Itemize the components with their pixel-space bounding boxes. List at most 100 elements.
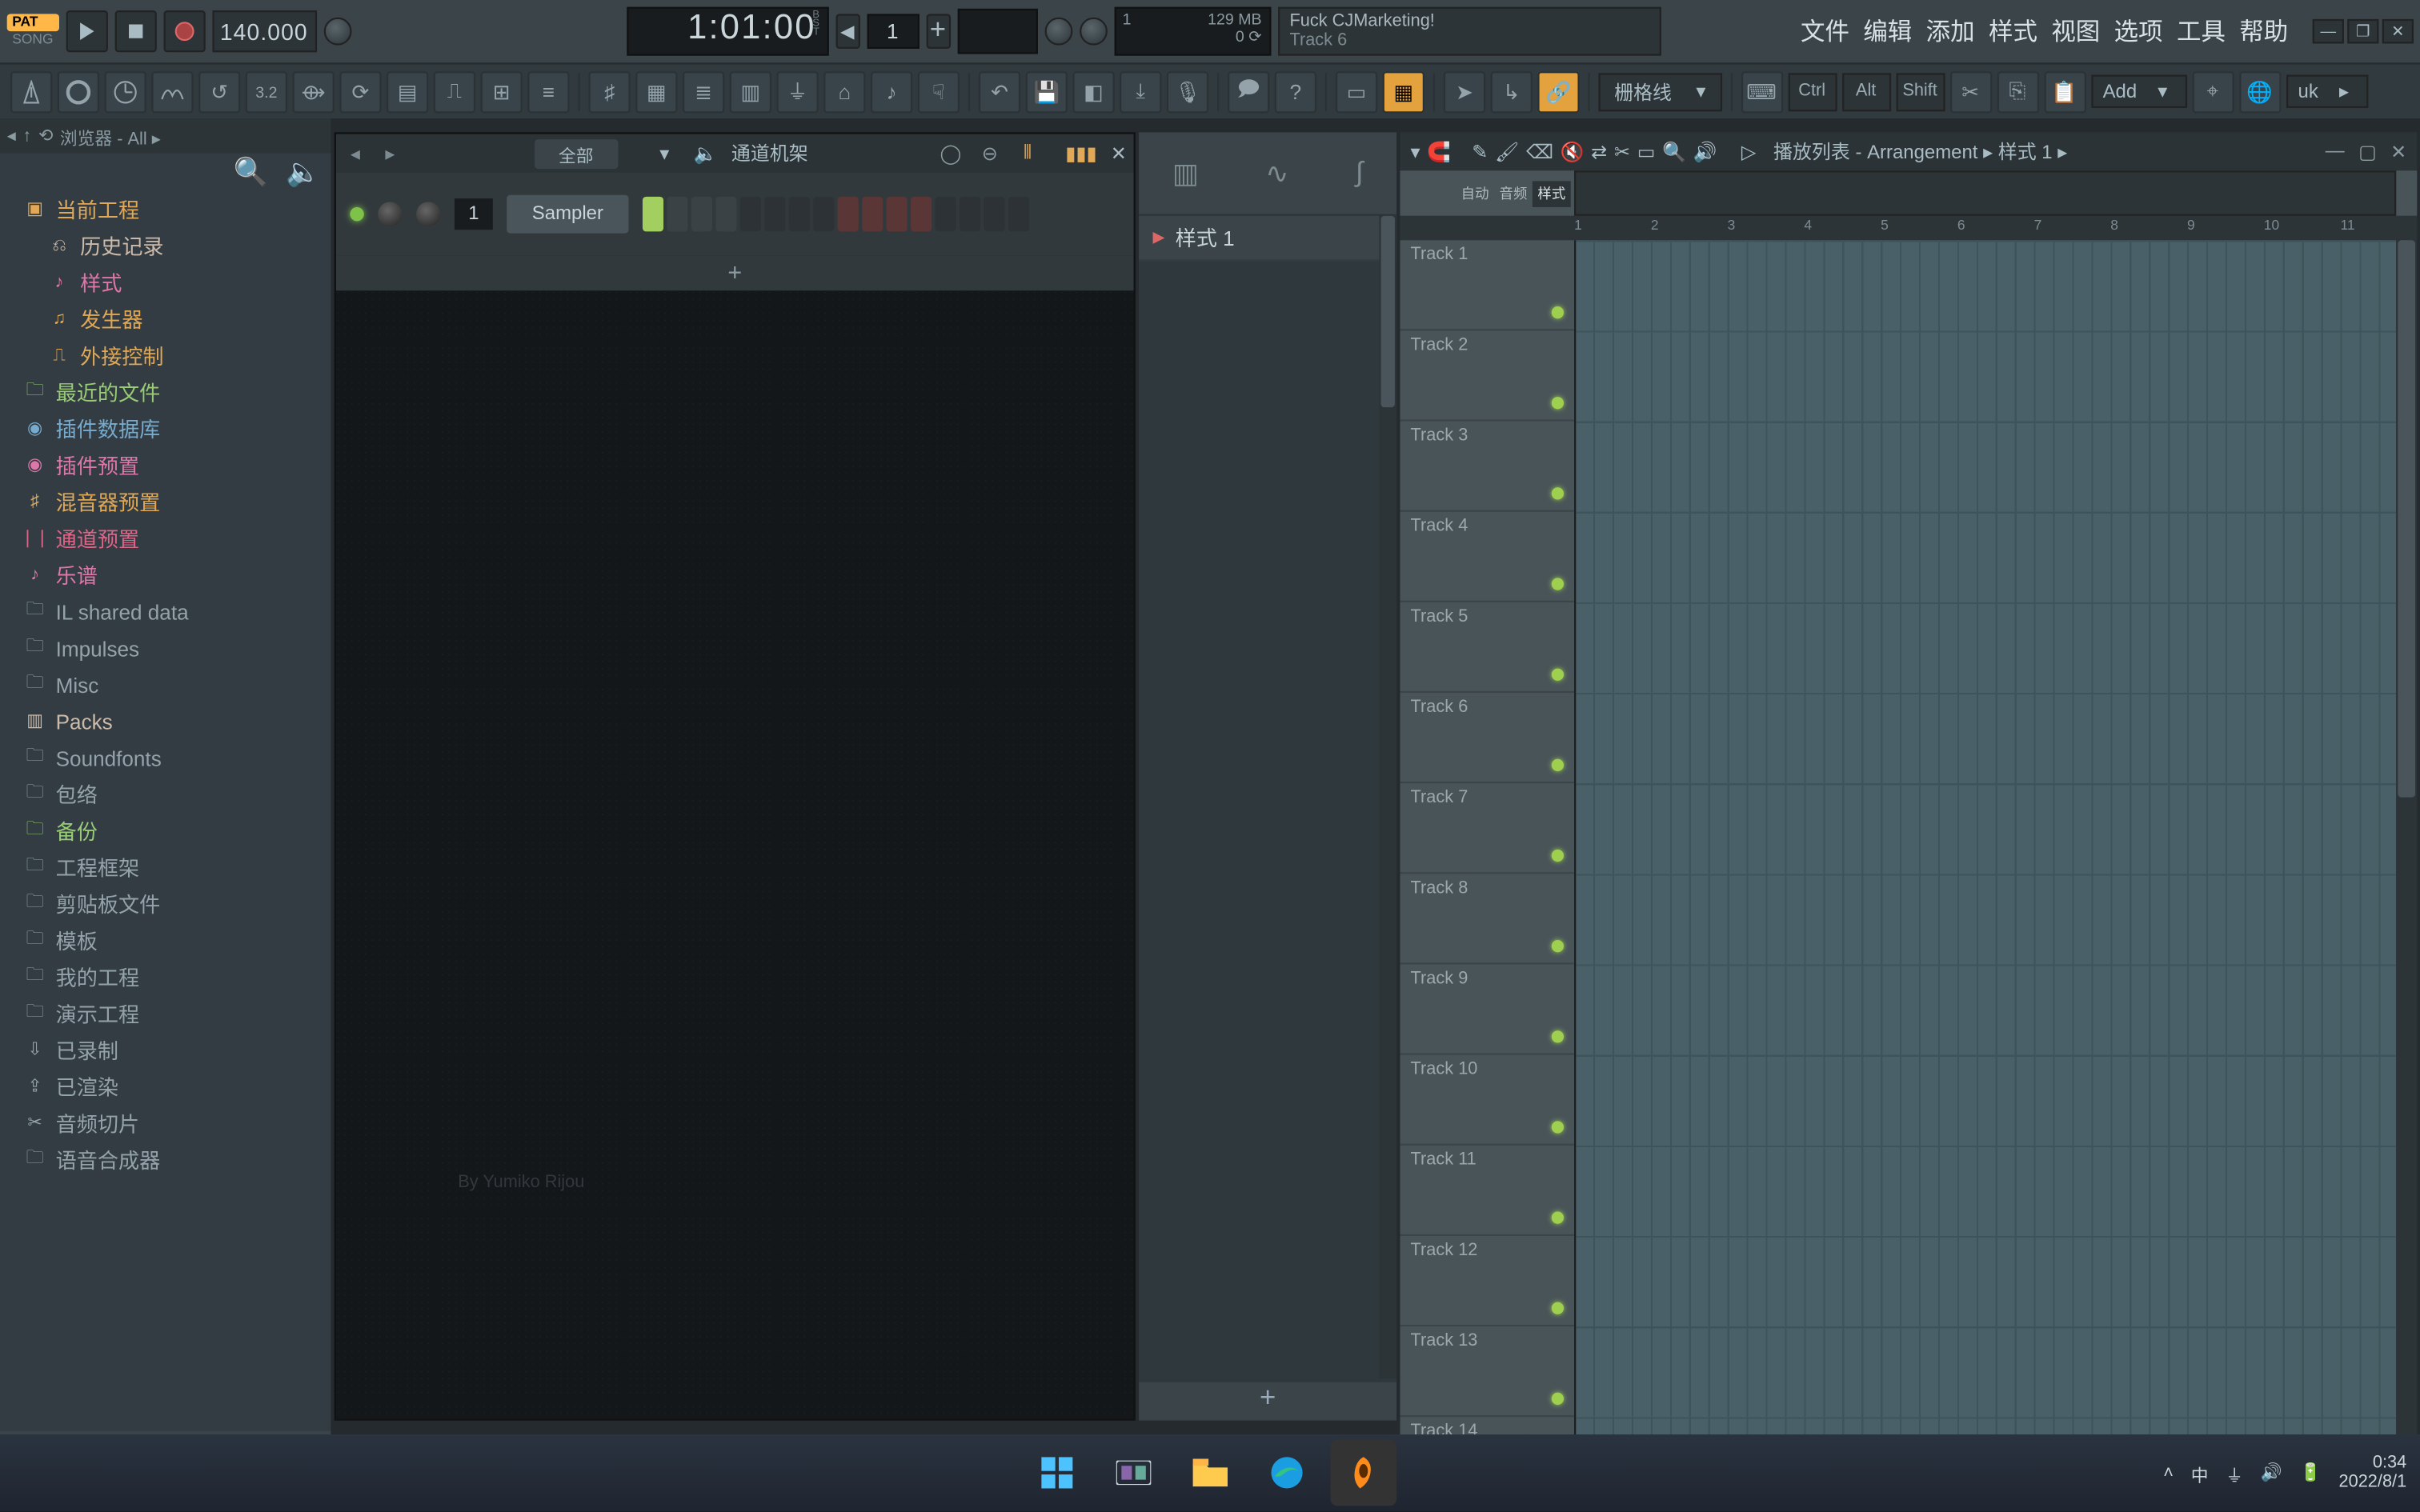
pl-minimize-button[interactable]: — bbox=[2326, 140, 2345, 162]
track-header[interactable]: Track 2 bbox=[1400, 330, 1575, 421]
save-button[interactable]: 💾 bbox=[1026, 70, 1068, 112]
view-mode-2-button[interactable]: ▦ bbox=[1383, 70, 1424, 112]
track-enable-led[interactable] bbox=[1552, 306, 1564, 318]
playback-icon[interactable]: 🔊 bbox=[1693, 140, 1717, 162]
track-enable-led[interactable] bbox=[1552, 1121, 1564, 1133]
help-button[interactable]: ? bbox=[1275, 70, 1316, 112]
playlist-grid[interactable] bbox=[1574, 240, 2396, 1507]
slip-icon[interactable]: ⇄ bbox=[1591, 140, 1607, 162]
undo-button[interactable]: ↶ bbox=[979, 70, 1020, 112]
render-button[interactable]: ◧ bbox=[1072, 70, 1114, 112]
browser-item[interactable]: 🗀Soundfonts bbox=[0, 740, 331, 777]
tool-tempo-button[interactable]: ♪ bbox=[871, 70, 912, 112]
track-header[interactable]: Track 9 bbox=[1400, 965, 1575, 1055]
snap-selector[interactable]: 栅格线▾ bbox=[1599, 72, 1721, 110]
close-app-button[interactable]: ✕ bbox=[2382, 19, 2414, 43]
overdub-button[interactable] bbox=[151, 70, 193, 112]
zoom-icon[interactable]: 🔍 bbox=[1662, 140, 1686, 162]
step-cell[interactable] bbox=[960, 197, 980, 232]
pencil-icon[interactable]: ✎ bbox=[1472, 140, 1488, 162]
track-enable-led[interactable] bbox=[1552, 1393, 1564, 1405]
chanrack-graph-icon[interactable]: ⫴ bbox=[1024, 142, 1048, 164]
step-cell[interactable] bbox=[691, 197, 712, 232]
browser-item[interactable]: ▥Packs bbox=[0, 703, 331, 740]
snap-panel-2-button[interactable]: ⟳ bbox=[339, 70, 381, 112]
menu-options[interactable]: 选项 bbox=[2107, 14, 2170, 49]
browser-item[interactable]: 🗀模板 bbox=[0, 922, 331, 959]
tray-clock[interactable]: 0:34 2022/8/1 bbox=[2339, 1454, 2407, 1492]
step-cell[interactable] bbox=[936, 197, 956, 232]
view-mode-1-button[interactable]: ▭ bbox=[1336, 70, 1377, 112]
browser-item[interactable]: ⎍外接控制 bbox=[0, 338, 331, 374]
record-button[interactable] bbox=[163, 10, 205, 52]
picker-tab-piano-icon[interactable]: ▥ bbox=[1172, 156, 1199, 191]
browser-item[interactable]: 🗀包络 bbox=[0, 776, 331, 813]
add-channel-button[interactable]: + bbox=[336, 256, 1134, 291]
track-header[interactable]: Track 12 bbox=[1400, 1236, 1575, 1326]
step-cell[interactable] bbox=[887, 197, 908, 232]
scroll-thumb[interactable] bbox=[1381, 216, 1395, 407]
scroll-thumb[interactable] bbox=[2398, 240, 2415, 797]
tray-overflow-icon[interactable]: ˄ bbox=[2163, 1463, 2174, 1482]
tool-1-button[interactable]: ▤ bbox=[387, 70, 428, 112]
link-button[interactable]: 🔗 bbox=[1537, 70, 1579, 112]
browser-item[interactable]: ♪样式 bbox=[0, 265, 331, 302]
track-header[interactable]: Track 10 bbox=[1400, 1055, 1575, 1146]
step-cell[interactable] bbox=[667, 197, 687, 232]
pattern-next-button[interactable]: + bbox=[926, 14, 950, 49]
browser-up-icon[interactable]: ↑ bbox=[22, 126, 31, 146]
master-volume-knob[interactable] bbox=[1044, 18, 1072, 46]
channel-rack-button[interactable]: ≣ bbox=[683, 70, 724, 112]
track-enable-led[interactable] bbox=[1552, 1211, 1564, 1223]
pl-close-button[interactable]: ✕ bbox=[2390, 140, 2406, 162]
play-button[interactable] bbox=[66, 10, 107, 52]
tool-2-button[interactable]: ⎍ bbox=[434, 70, 475, 112]
minimize-button[interactable]: — bbox=[2313, 19, 2344, 43]
chanrack-filter[interactable]: 全部 bbox=[535, 138, 618, 168]
track-enable-led[interactable] bbox=[1552, 1030, 1564, 1042]
tray-network-icon[interactable]: ⏚ bbox=[2226, 1460, 2243, 1486]
browser-button[interactable]: ⏚ bbox=[776, 70, 818, 112]
mute-icon[interactable]: 🔇 bbox=[1561, 140, 1585, 162]
playlist-vscrollbar[interactable] bbox=[2396, 240, 2417, 1507]
pattern-prev-button[interactable]: ◂ bbox=[835, 14, 859, 49]
playlist-overview[interactable] bbox=[1574, 170, 2396, 216]
track-enable-led[interactable] bbox=[1552, 578, 1564, 590]
browser-item[interactable]: ❘❘通道预置 bbox=[0, 521, 331, 558]
target-button[interactable]: ⌖ bbox=[2192, 70, 2234, 112]
picker-tab-auto-icon[interactable]: ∿ bbox=[1265, 156, 1288, 191]
slice-icon[interactable]: ✂ bbox=[1614, 140, 1630, 162]
track-header[interactable]: Track 8 bbox=[1400, 874, 1575, 964]
browser-item[interactable]: ⎌历史记录 bbox=[0, 228, 331, 265]
channel-name-button[interactable]: Sampler bbox=[507, 195, 628, 234]
stop-button[interactable] bbox=[114, 10, 156, 52]
menu-file[interactable]: 文件 bbox=[1793, 14, 1856, 49]
playlist-ruler[interactable]: 1234567891011 bbox=[1574, 216, 2396, 240]
channel-rack-header[interactable]: ◂ ▸ 全部 ▾ 🔈 通道机架 ◯ ⊖ ⫴ ▮▮▮ ✕ bbox=[336, 134, 1134, 173]
chanrack-next-icon[interactable]: ▸ bbox=[378, 142, 402, 164]
globe-button[interactable]: 🌐 bbox=[2239, 70, 2281, 112]
pat-song-toggle[interactable]: PAT SONG bbox=[7, 14, 58, 49]
channel-pan-knob[interactable] bbox=[378, 202, 402, 226]
browser-item[interactable]: ♯混音器预置 bbox=[0, 484, 331, 521]
start-button[interactable] bbox=[1024, 1440, 1090, 1506]
tempo-fine-knob[interactable] bbox=[323, 18, 351, 46]
menu-help[interactable]: 帮助 bbox=[2233, 14, 2295, 49]
paste-button[interactable]: 📋 bbox=[2044, 70, 2085, 112]
browser-item[interactable]: ⇪已渲染 bbox=[0, 1069, 331, 1106]
tray-battery-icon[interactable]: 🔋 bbox=[2300, 1463, 2322, 1482]
menu-view[interactable]: 视图 bbox=[2045, 14, 2107, 49]
add-selector[interactable]: Add▾ bbox=[2090, 75, 2186, 108]
pl-play-icon[interactable]: ▷ bbox=[1741, 140, 1756, 162]
step-cell[interactable] bbox=[813, 197, 834, 232]
pl-menu-icon[interactable]: ▾ bbox=[1411, 140, 1420, 162]
track-enable-led[interactable] bbox=[1552, 759, 1564, 771]
browser-tree[interactable]: ▣当前工程⎌历史记录♪样式♫发生器⎍外接控制🗀最近的文件◉插件数据库◉插件预置♯… bbox=[0, 191, 331, 1430]
browser-item[interactable]: ♫发生器 bbox=[0, 301, 331, 338]
master-pitch-knob[interactable] bbox=[1079, 18, 1107, 46]
track-enable-led[interactable] bbox=[1552, 940, 1564, 952]
track-enable-led[interactable] bbox=[1552, 487, 1564, 499]
picker-add-button[interactable]: + bbox=[1139, 1382, 1396, 1421]
browser-item[interactable]: ✂音频切片 bbox=[0, 1106, 331, 1142]
browser-header[interactable]: ◂ ↑ ⟲ 浏览器 - All ▸ bbox=[0, 118, 331, 154]
